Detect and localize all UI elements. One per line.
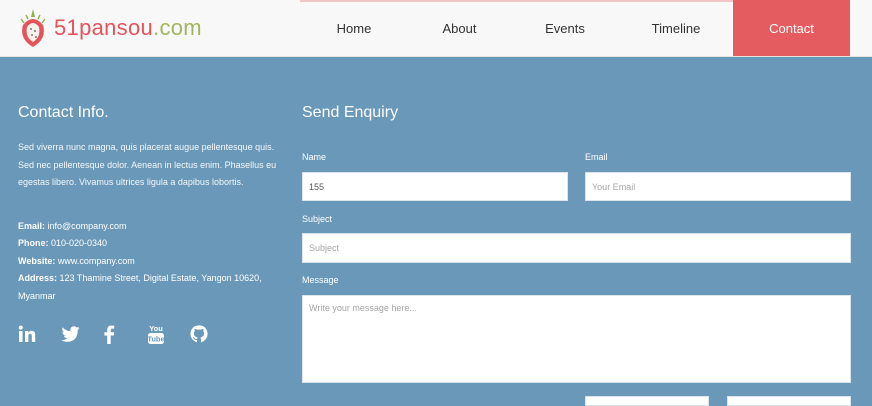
website-value: www.company.com xyxy=(57,255,135,266)
social-links: You Tube xyxy=(18,322,233,346)
email-label: Email: xyxy=(18,220,46,231)
logo-name: pansou xyxy=(79,15,154,40)
contact-details: Email: info@company.com Phone: 010-020-0… xyxy=(18,218,282,306)
github-icon[interactable] xyxy=(190,322,233,346)
dragonfruit-logo-icon xyxy=(20,7,46,49)
email-input[interactable]: Your Email xyxy=(585,172,851,201)
contact-description: Sed viverra nunc magna, quis placerat au… xyxy=(18,142,277,187)
nav-contact[interactable]: Contact xyxy=(733,0,850,56)
linkedin-icon[interactable] xyxy=(18,322,61,346)
main-nav: Home About Events Timeline Contact xyxy=(300,0,850,56)
phone-label: Phone: xyxy=(18,238,49,248)
reset-button[interactable] xyxy=(585,396,709,406)
nav-events[interactable]: Events xyxy=(511,0,619,56)
address-label: Address: xyxy=(18,273,58,283)
message-label: Message xyxy=(302,275,339,285)
website-row: Website: www.company.com xyxy=(18,253,282,271)
svg-text:Tube: Tube xyxy=(147,334,164,343)
nav-timeline[interactable]: Timeline xyxy=(619,0,733,56)
youtube-icon[interactable]: You Tube xyxy=(147,322,190,346)
name-input[interactable]: 155 xyxy=(302,172,568,201)
facebook-icon[interactable] xyxy=(104,322,147,346)
email-value: info@company.com xyxy=(47,220,127,231)
contact-info-title: Contact Info. xyxy=(18,104,109,121)
logo-wordmark: 51 pansou .com xyxy=(54,15,202,41)
subject-label: Subject xyxy=(302,214,333,224)
nav-home[interactable]: Home xyxy=(300,0,408,56)
submit-button[interactable] xyxy=(727,396,851,406)
site-header: 51 pansou .com Home About Events Timelin… xyxy=(0,0,872,57)
message-textarea[interactable]: Write your message here... xyxy=(302,295,851,383)
phone-value: 010-020-0340 xyxy=(51,238,108,248)
name-label: Name xyxy=(302,152,327,162)
email-row: Email: info@company.com xyxy=(18,218,282,236)
svg-text:You: You xyxy=(149,324,163,333)
enquiry-section: Send Enquiry xyxy=(302,104,851,122)
site-logo[interactable]: 51 pansou .com xyxy=(20,7,202,49)
subject-input[interactable]: Subject xyxy=(302,233,851,263)
contact-info-section: Contact Info. Sed viverra nunc magna, qu… xyxy=(18,104,282,305)
website-label: Website: xyxy=(18,255,56,266)
twitter-icon[interactable] xyxy=(61,322,104,346)
address-row: Address: 123 Thamine Street, Digital Est… xyxy=(18,270,282,305)
logo-number: 51 xyxy=(54,15,80,40)
nav-about[interactable]: About xyxy=(408,0,511,56)
enquiry-title: Send Enquiry xyxy=(302,104,399,121)
logo-domain: .com xyxy=(153,15,202,40)
phone-row: Phone: 010-020-0340 xyxy=(18,235,282,253)
email-field-label: Email xyxy=(585,152,608,162)
